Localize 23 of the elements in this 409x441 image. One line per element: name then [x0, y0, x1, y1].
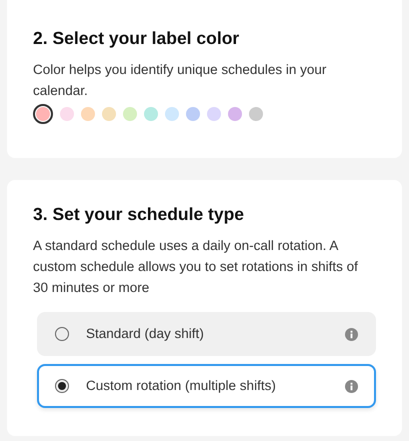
- radio-button[interactable]: [55, 327, 69, 341]
- color-swatch[interactable]: [102, 107, 116, 121]
- section-title: 2. Select your label color: [33, 28, 240, 49]
- info-icon[interactable]: [345, 328, 358, 340]
- color-swatch[interactable]: [36, 107, 50, 121]
- section-description: Color helps you identify unique schedules in your calendar.: [33, 61, 328, 100]
- color-swatch[interactable]: [165, 107, 179, 121]
- color-swatch[interactable]: [123, 107, 137, 121]
- color-swatch[interactable]: [249, 107, 263, 121]
- color-swatch[interactable]: [207, 107, 221, 121]
- radio-button[interactable]: [55, 379, 69, 393]
- color-swatch[interactable]: [144, 107, 158, 121]
- section-title: 3. Set your schedule type: [33, 204, 246, 225]
- option-label: Custom rotation (multiple shifts): [86, 376, 276, 395]
- info-icon[interactable]: [345, 380, 358, 392]
- color-swatch[interactable]: [81, 107, 95, 121]
- color-swatch[interactable]: [186, 107, 200, 121]
- color-swatch[interactable]: [60, 107, 74, 121]
- radio-option[interactable]: Custom rotation (multiple shifts): [37, 364, 376, 408]
- radio-option[interactable]: Standard (day shift): [37, 312, 376, 356]
- color-swatch[interactable]: [228, 107, 242, 121]
- section-description: A standard schedule uses a daily on-call rotation. A custom schedule allows you to set rotations in shifts of 30 minutes or more: [33, 237, 359, 297]
- option-label: Standard (day shift): [86, 324, 204, 343]
